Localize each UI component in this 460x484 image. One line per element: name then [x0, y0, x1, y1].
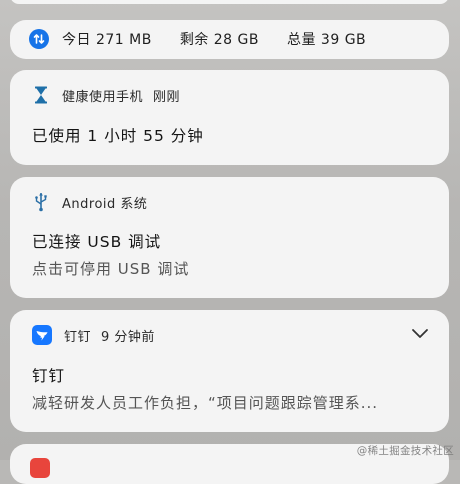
usb-icon [32, 192, 50, 212]
notification-app-name: Android 系统 [62, 196, 148, 212]
notification-title: 钉钉 [32, 367, 66, 385]
chevron-down-icon[interactable] [411, 327, 429, 339]
data-usage-total: 总量 39 GB [286, 32, 367, 48]
notification-header: 钉钉 9 分钟前 [32, 324, 155, 346]
notification-title: 已连接 USB 调试 [32, 233, 162, 251]
usb-debugging-notification[interactable]: Android 系统 已连接 USB 调试 点击可停用 USB 调试 [10, 177, 449, 298]
notification-app-name: 健康使用手机 [62, 89, 144, 105]
data-usage-today: 今日 271 MB [62, 32, 152, 48]
notification-app-name: 钉钉 [64, 329, 92, 345]
data-usage-row: 今日 271 MB 剩余 28 GB 总量 39 GB [29, 28, 366, 50]
data-usage-remaining: 剩余 28 GB [179, 32, 259, 48]
notification-title: 已使用 1 小时 55 分钟 [32, 127, 204, 145]
hourglass-icon [32, 85, 50, 105]
digital-wellbeing-notification[interactable]: 健康使用手机 刚刚 已使用 1 小时 55 分钟 [10, 70, 449, 165]
notification-body: 点击可停用 USB 调试 [32, 260, 190, 278]
notification-header: 健康使用手机 刚刚 [32, 84, 180, 106]
notification-time: 9 分钟前 [101, 329, 155, 345]
notification-time: 刚刚 [153, 89, 181, 105]
notification-card-partial-top[interactable] [10, 0, 449, 4]
dingtalk-icon [32, 325, 52, 345]
data-transfer-icon [29, 29, 49, 49]
data-usage-card[interactable]: 今日 271 MB 剩余 28 GB 总量 39 GB [10, 20, 449, 59]
notification-body: 减轻研发人员工作负担，“项目问题跟踪管理系... [32, 394, 379, 412]
dingtalk-notification[interactable]: 钉钉 9 分钟前 钉钉 减轻研发人员工作负担，“项目问题跟踪管理系... [10, 310, 449, 432]
watermark-text: @稀土掘金技术社区 [356, 445, 454, 457]
app-icon [30, 458, 50, 478]
notification-header: Android 系统 [32, 191, 147, 213]
